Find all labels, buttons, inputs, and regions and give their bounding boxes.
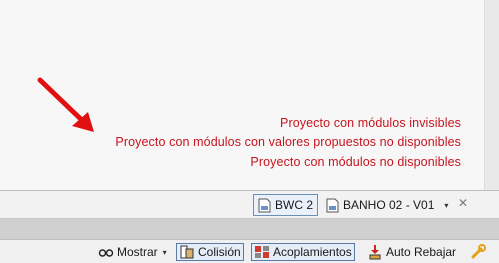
chevron-down-icon: ▾: [162, 247, 167, 257]
chevron-down-icon[interactable]: ▾: [444, 201, 448, 210]
show-label: Mostrar: [117, 245, 158, 259]
tab-label: BANHO 02 - V01: [343, 198, 435, 212]
glasses-icon: [98, 249, 114, 257]
tab-banho-02-v01[interactable]: BANHO 02 - V01 ▾: [322, 194, 452, 216]
collision-label: Colisión: [198, 245, 241, 259]
auto-lower-icon: [369, 245, 381, 260]
close-icon[interactable]: ✕: [458, 196, 468, 210]
note-invisible-modules: Proyecto con módulos invisibles: [280, 116, 461, 130]
tools-button[interactable]: [468, 243, 488, 261]
couplings-toggle[interactable]: Acoplamientos: [251, 243, 355, 261]
note-unavailable-proposed-values: Proyecto con módulos con valores propues…: [115, 135, 461, 149]
collision-icon: [180, 245, 194, 259]
collision-toggle[interactable]: Colisión: [176, 243, 244, 261]
red-arrow-annotation: [37, 77, 94, 132]
tab-label: BWC 2: [275, 198, 314, 212]
tab-bwc-2[interactable]: BWC 2: [253, 194, 319, 216]
couplings-label: Acoplamientos: [273, 245, 352, 259]
show-menu-button[interactable]: Mostrar ▾: [96, 243, 169, 261]
auto-lower-toggle[interactable]: Auto Rebajar: [365, 243, 458, 261]
status-bar: Mostrar ▾ Colisión Acoplamientos Auto Re…: [0, 239, 499, 263]
document-icon: [258, 198, 271, 212]
document-tab-bar: BWC 2 BANHO 02 - V01 ▾: [0, 191, 499, 219]
panel-gap: [0, 219, 499, 239]
vertical-scrollbar[interactable]: [484, 0, 499, 190]
note-unavailable-modules: Proyecto con módulos no disponibles: [250, 155, 461, 169]
coupling-icon: [255, 246, 269, 258]
wrench-icon: [471, 244, 486, 259]
auto-lower-label: Auto Rebajar: [386, 245, 457, 259]
document-icon: [326, 198, 339, 212]
